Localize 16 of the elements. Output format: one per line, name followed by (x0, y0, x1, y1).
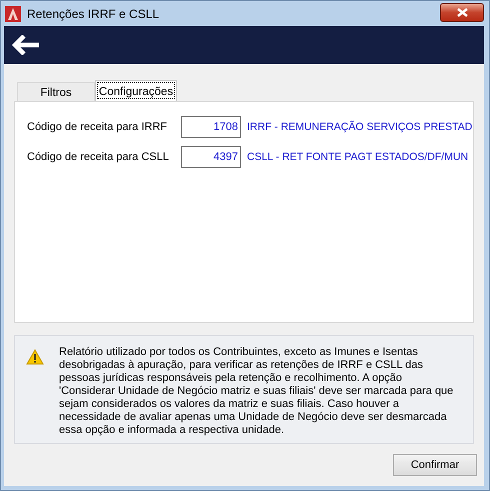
close-icon (456, 8, 468, 17)
back-arrow-icon[interactable] (12, 35, 40, 55)
code-description: IRRF - REMUNERAÇÃO SERVIÇOS PRESTAD (247, 121, 472, 133)
code-description: CSLL - RET FONTE PAGT ESTADOS/DF/MUN (247, 151, 468, 163)
info-text: Relatório utilizado por todos os Contribuintes, exceto as Imunes e Isentas desobrigadas à apuração, para verificar as retenções de IRRF e CSLL das pessoas jurídicas responsáveis pela retenção e recolhimento. A opção 'Considerar Unidade de Negócio matriz e suas filiais' deve ser marcada para que sejam considerados os valores da matriz e suas filiais. Caso houver a necessidade de avaliar apenas uma Unidade de Negócio deve ser desmarcada essa opção e informada a respectiva unidade. (59, 346, 454, 437)
tab[interactable]: Configurações (95, 80, 177, 101)
warning-icon (26, 349, 44, 365)
confirm-button[interactable]: Confirmar (393, 454, 477, 476)
code-field[interactable]: 1708 (181, 116, 241, 138)
tab[interactable]: Filtros (17, 82, 95, 101)
window-title: Retenções IRRF e CSLL (27, 6, 160, 20)
app-logo-icon (5, 6, 21, 22)
field-label: Código de receita para IRRF (27, 121, 168, 133)
field-label: Código de receita para CSLL (27, 151, 170, 163)
close-button[interactable] (440, 3, 484, 22)
code-field[interactable]: 4397 (181, 146, 241, 168)
